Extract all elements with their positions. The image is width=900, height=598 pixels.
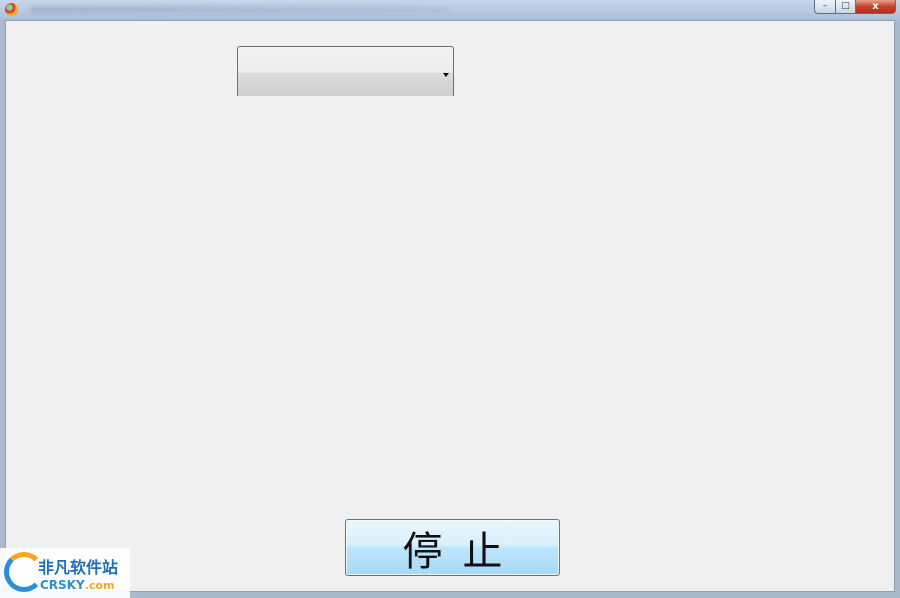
chevron-down-icon[interactable]	[443, 73, 449, 77]
watermark-name-cn: 非凡软件站	[38, 558, 119, 577]
stop-button[interactable]: 停止	[345, 519, 560, 576]
close-icon: x	[872, 0, 879, 12]
maximize-icon: □	[841, 1, 850, 11]
watermark: 非凡软件站 CRSKY.com	[0, 548, 130, 598]
window-title-blurred	[30, 6, 450, 13]
client-area: 停止	[5, 20, 895, 592]
minimize-icon: –	[822, 1, 828, 11]
maximize-button[interactable]: □	[836, 0, 856, 14]
application-window: – □ x 停止 非凡软件站 CRSKY.com	[0, 0, 900, 598]
watermark-name-en: CRSKY.com	[40, 578, 114, 592]
watermark-domain: .com	[84, 579, 115, 592]
watermark-brand: CRSKY	[40, 578, 85, 592]
close-button[interactable]: x	[856, 0, 896, 14]
window-controls: – □ x	[814, 0, 896, 14]
app-icon[interactable]	[5, 3, 18, 16]
minimize-button[interactable]: –	[814, 0, 836, 14]
title-bar[interactable]: – □ x	[0, 0, 900, 20]
window-bottom-border	[0, 592, 900, 598]
dropdown-combobox[interactable]	[237, 46, 454, 96]
